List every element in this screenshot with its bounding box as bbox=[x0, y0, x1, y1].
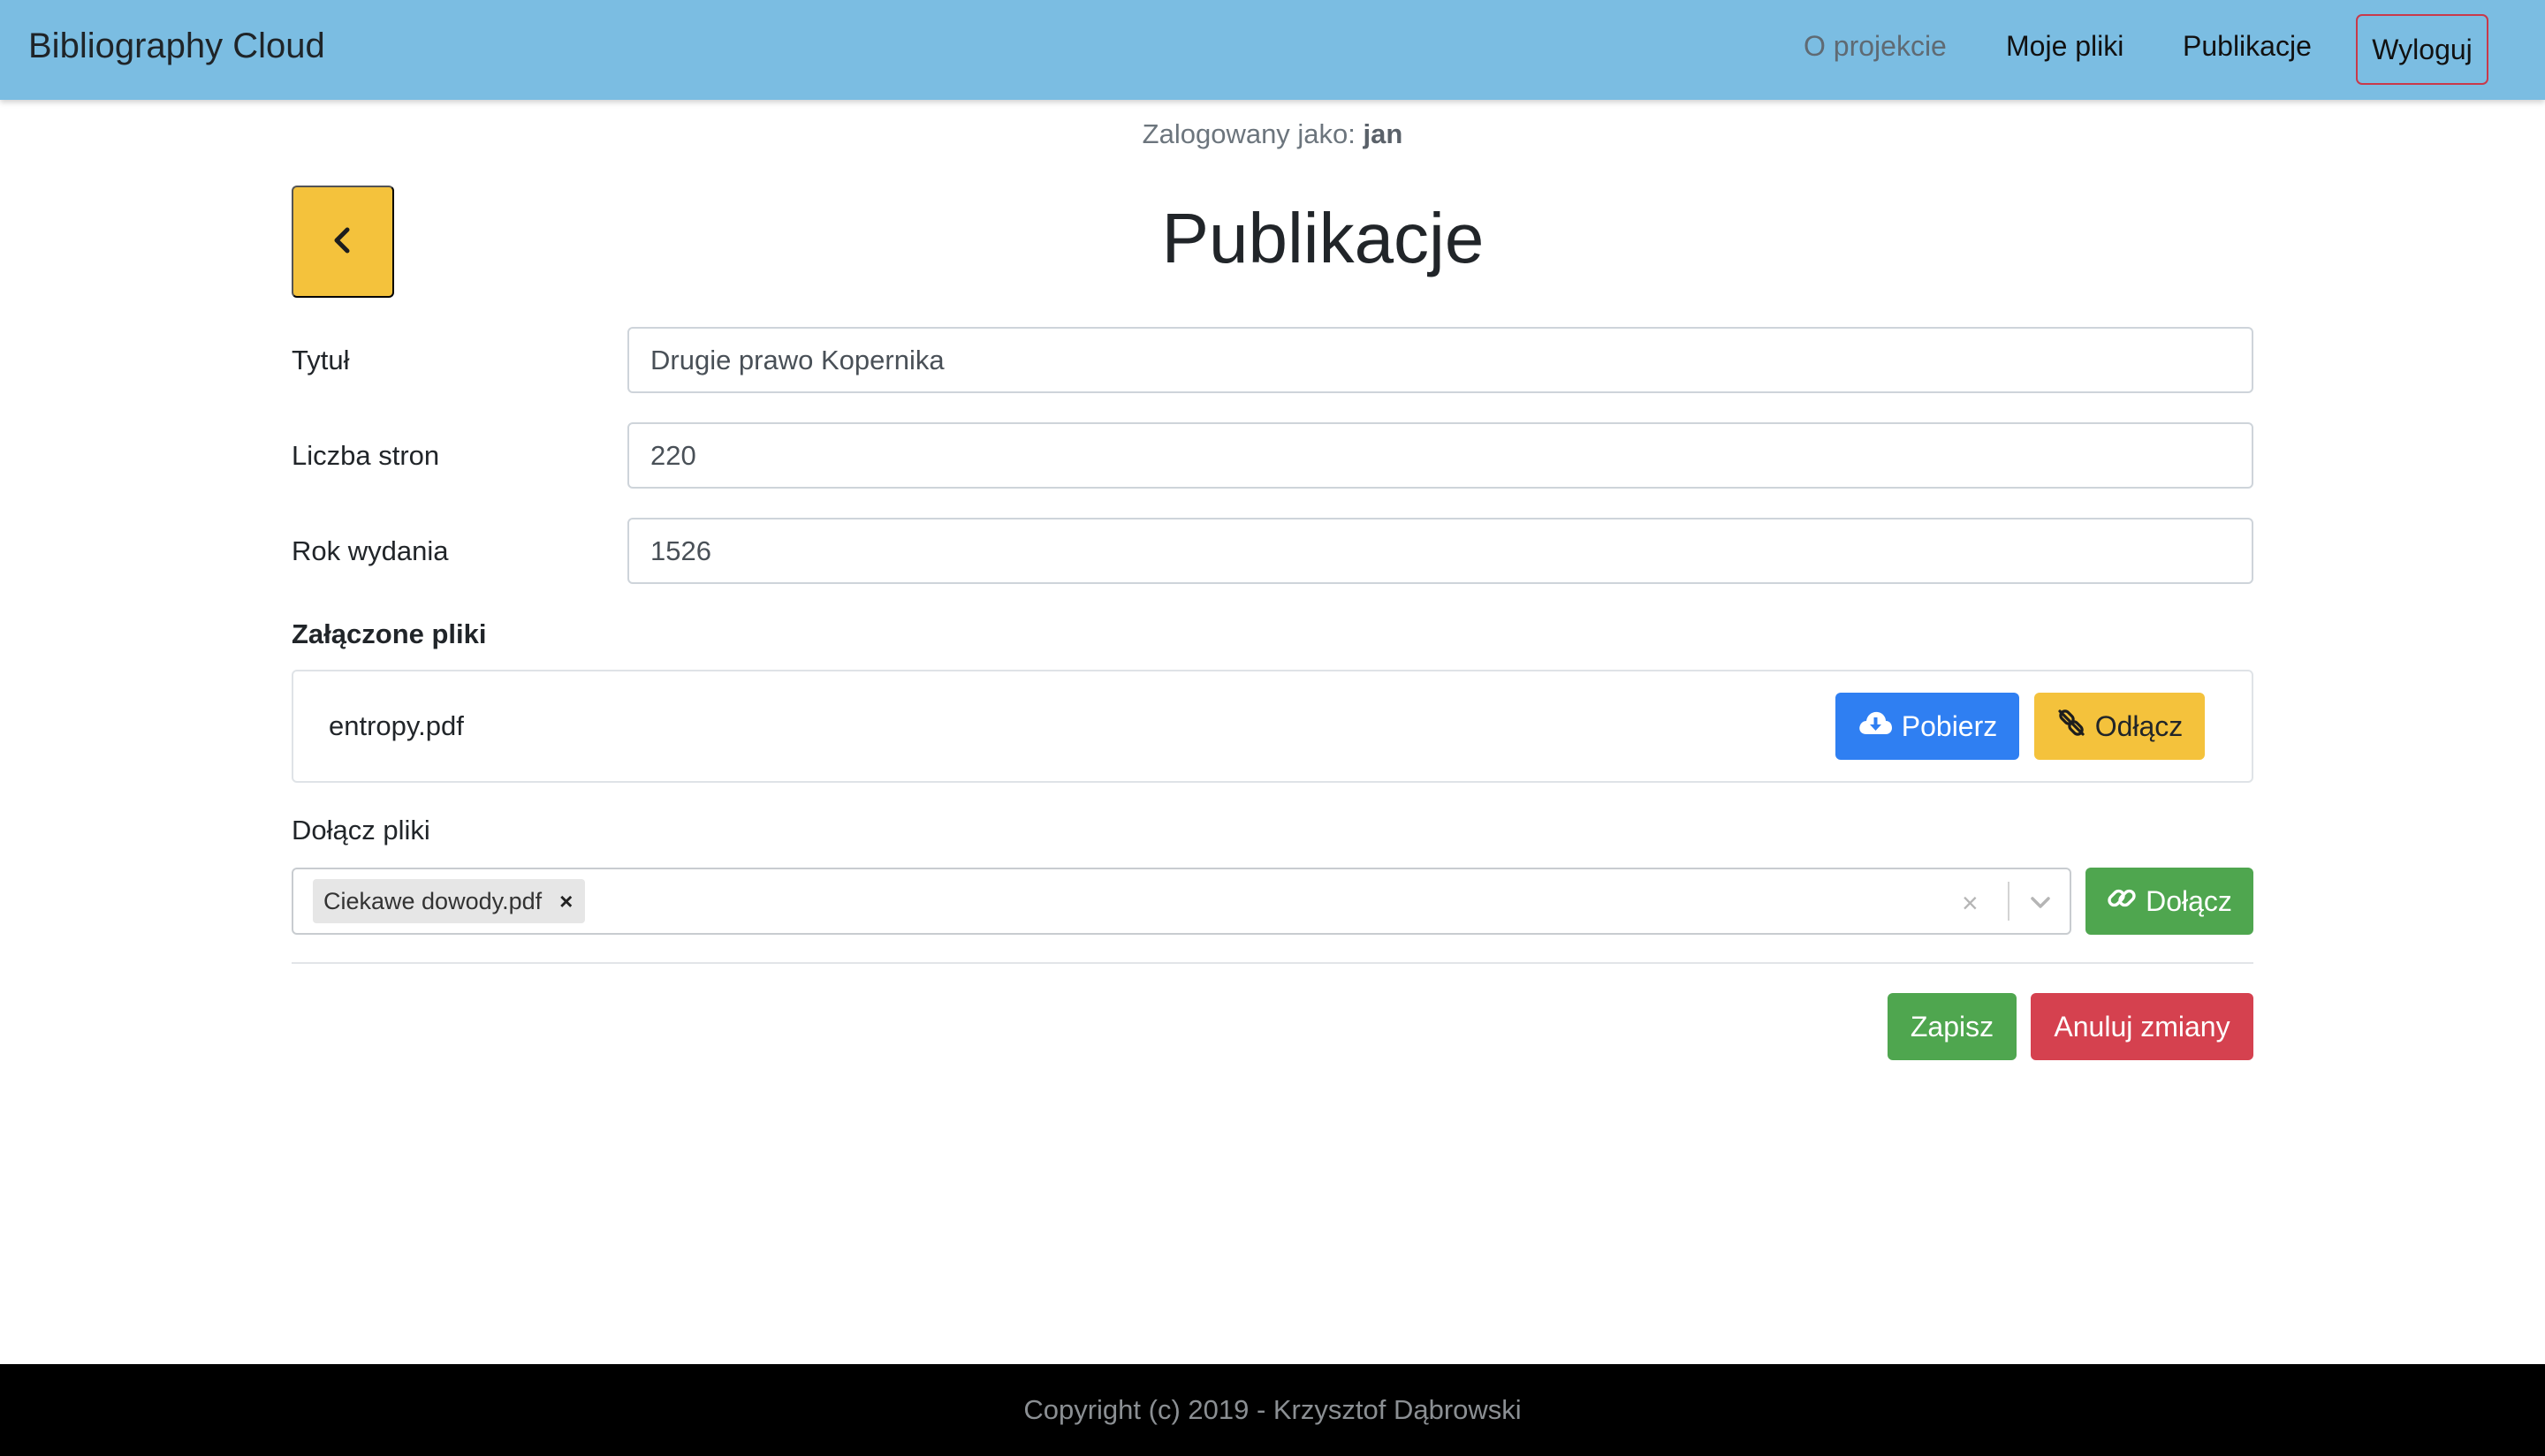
footer: Copyright (c) 2019 - Krzysztof Dąbrowski bbox=[0, 1364, 2545, 1456]
title-label: Tytuł bbox=[292, 345, 350, 375]
select-separator bbox=[2008, 882, 2009, 921]
nav-link-my-files[interactable]: Moje pliki bbox=[2006, 30, 2123, 63]
logged-in-status: Zalogowany jako: jan bbox=[0, 118, 2545, 150]
attached-files-heading: Załączone pliki bbox=[292, 618, 487, 649]
page-title: Publikacje bbox=[1161, 199, 1485, 277]
unlink-icon bbox=[2056, 708, 2086, 745]
attached-file-item: entropy.pdf Pobierz Odłącz bbox=[292, 670, 2253, 783]
form-divider bbox=[292, 962, 2253, 964]
logged-in-prefix: Zalogowany jako: bbox=[1142, 118, 1364, 149]
logged-in-username: jan bbox=[1363, 118, 1403, 149]
save-button[interactable]: Zapisz bbox=[1888, 993, 2017, 1060]
pages-input[interactable] bbox=[627, 422, 2253, 489]
download-button[interactable]: Pobierz bbox=[1835, 693, 2019, 760]
year-label: Rok wydania bbox=[292, 535, 449, 566]
top-navbar: Bibliography Cloud O projekcie Moje plik… bbox=[0, 0, 2545, 100]
cloud-download-icon bbox=[1857, 709, 1893, 743]
title-input[interactable] bbox=[627, 327, 2253, 393]
nav-link-publications[interactable]: Publikacje bbox=[2183, 30, 2312, 63]
year-input[interactable] bbox=[627, 518, 2253, 584]
copyright-text: Copyright (c) 2019 - Krzysztof Dąbrowski bbox=[1023, 1394, 1522, 1425]
download-label: Pobierz bbox=[1901, 709, 1998, 742]
selected-file-name: Ciekawe dowody.pdf bbox=[323, 887, 543, 914]
attach-files-label: Dołącz pliki bbox=[292, 815, 430, 846]
cancel-changes-button[interactable]: Anuluj zmiany bbox=[2031, 993, 2253, 1060]
detach-button[interactable]: Odłącz bbox=[2034, 693, 2205, 760]
attached-file-name: entropy.pdf bbox=[329, 710, 464, 741]
attach-files-select[interactable]: Ciekawe dowody.pdf × × bbox=[292, 868, 2071, 935]
pages-label: Liczba stron bbox=[292, 440, 440, 471]
attach-button[interactable]: Dołącz bbox=[2085, 868, 2253, 935]
link-icon bbox=[2107, 883, 2137, 920]
brand-link[interactable]: Bibliography Cloud bbox=[28, 27, 325, 66]
detach-label: Odłącz bbox=[2094, 709, 2184, 742]
chevron-down-icon[interactable] bbox=[2027, 889, 2054, 920]
nav-link-about[interactable]: O projekcie bbox=[1804, 30, 1947, 63]
selected-file-chip: Ciekawe dowody.pdf × bbox=[313, 879, 586, 923]
chip-remove-icon[interactable]: × bbox=[559, 888, 573, 915]
clear-selection-icon[interactable]: × bbox=[1962, 887, 1979, 920]
logout-button[interactable]: Wyloguj bbox=[2356, 14, 2488, 85]
attach-button-label: Dołącz bbox=[2146, 884, 2232, 917]
